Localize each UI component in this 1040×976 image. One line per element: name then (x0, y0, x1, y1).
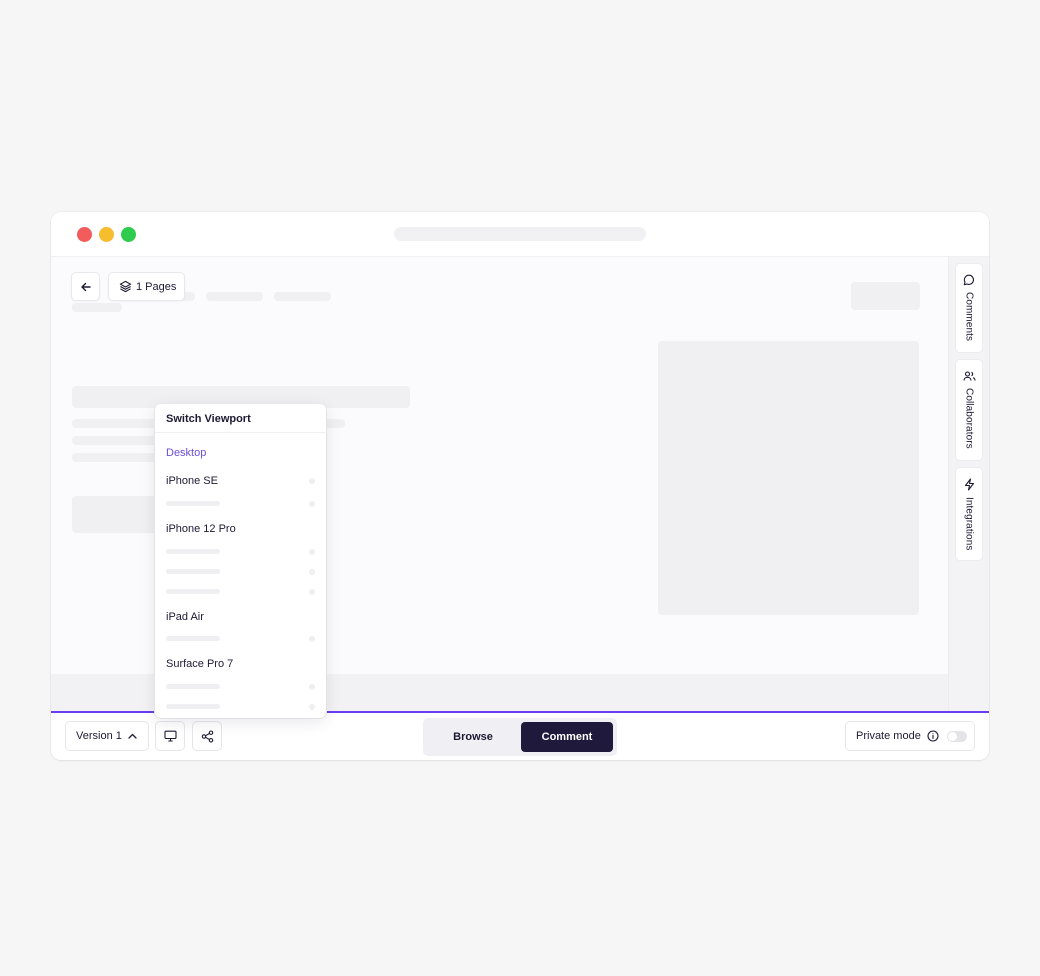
menu-title: Switch Viewport (155, 404, 326, 433)
skeleton-dot (309, 478, 315, 484)
mode-switch: Browse Comment (423, 718, 617, 756)
skeleton-block (72, 496, 162, 533)
title-bar (51, 212, 989, 257)
share-button[interactable] (192, 721, 222, 751)
skeleton-dot (309, 549, 315, 555)
menu-item-iphone-se[interactable]: iPhone SE (166, 475, 218, 487)
monitor-icon (163, 730, 177, 742)
pages-label: 1 Pages (136, 280, 177, 293)
private-mode-label: Private mode (856, 730, 921, 742)
arrow-left-icon (80, 282, 91, 291)
maximize-window-button[interactable] (121, 227, 136, 242)
version-selector[interactable]: Version 1 (65, 721, 149, 751)
skeleton-dot (309, 569, 315, 575)
close-window-button[interactable] (77, 227, 92, 242)
back-button[interactable] (71, 272, 100, 301)
bottom-toolbar: Version 1 Browse Comment Private mode (51, 711, 989, 760)
skeleton-line (166, 704, 220, 709)
message-circle-icon (963, 274, 974, 286)
menu-item-iphone-12-pro[interactable]: iPhone 12 Pro (166, 523, 236, 535)
share-icon (201, 729, 213, 743)
skeleton-line (166, 549, 220, 554)
comment-mode-button[interactable]: Comment (521, 722, 613, 752)
skeleton-line (166, 636, 220, 641)
menu-item-surface-pro-7[interactable]: Surface Pro 7 (166, 658, 233, 670)
zap-icon (964, 478, 974, 491)
tab-comments-label: Comments (963, 292, 975, 342)
skeleton-block (851, 282, 920, 310)
menu-item-desktop[interactable]: Desktop (166, 447, 206, 459)
skeleton-dot (309, 684, 315, 690)
tab-collaborators-label: Collaborators (963, 388, 975, 449)
tab-integrations[interactable]: Integrations (955, 467, 983, 561)
skeleton-block (72, 303, 122, 312)
users-icon (962, 371, 976, 381)
skeleton-block (72, 436, 162, 445)
viewport-button[interactable] (155, 721, 185, 751)
chevron-up-icon (128, 733, 137, 739)
pages-button[interactable]: 1 Pages (108, 272, 185, 301)
private-mode-control: Private mode (845, 721, 975, 751)
skeleton-image (658, 341, 919, 615)
address-bar-placeholder (394, 227, 646, 241)
version-label: Version 1 (76, 730, 122, 742)
tab-integrations-label: Integrations (963, 497, 975, 551)
switch-viewport-menu: Switch Viewport Desktop iPhone SE iPhone… (155, 404, 326, 718)
skeleton-dot (309, 636, 315, 642)
skeleton-block (72, 453, 162, 462)
skeleton-dot (309, 704, 315, 710)
layers-icon (119, 280, 132, 293)
skeleton-block (274, 292, 331, 301)
minimize-window-button[interactable] (99, 227, 114, 242)
skeleton-line (166, 501, 220, 506)
tab-comments[interactable]: Comments (955, 263, 983, 353)
skeleton-line (166, 589, 220, 594)
browse-mode-button[interactable]: Browse (427, 722, 519, 752)
private-mode-toggle[interactable] (946, 730, 967, 742)
menu-item-ipad-air[interactable]: iPad Air (166, 611, 204, 623)
skeleton-line (166, 569, 220, 574)
skeleton-dot (309, 589, 315, 595)
skeleton-block (206, 292, 263, 301)
skeleton-dot (309, 501, 315, 507)
skeleton-line (166, 684, 220, 689)
info-icon[interactable] (927, 730, 939, 742)
tab-collaborators[interactable]: Collaborators (955, 359, 983, 461)
browser-window: 1 Pages Comments Collaborators Integrati… (51, 212, 989, 760)
